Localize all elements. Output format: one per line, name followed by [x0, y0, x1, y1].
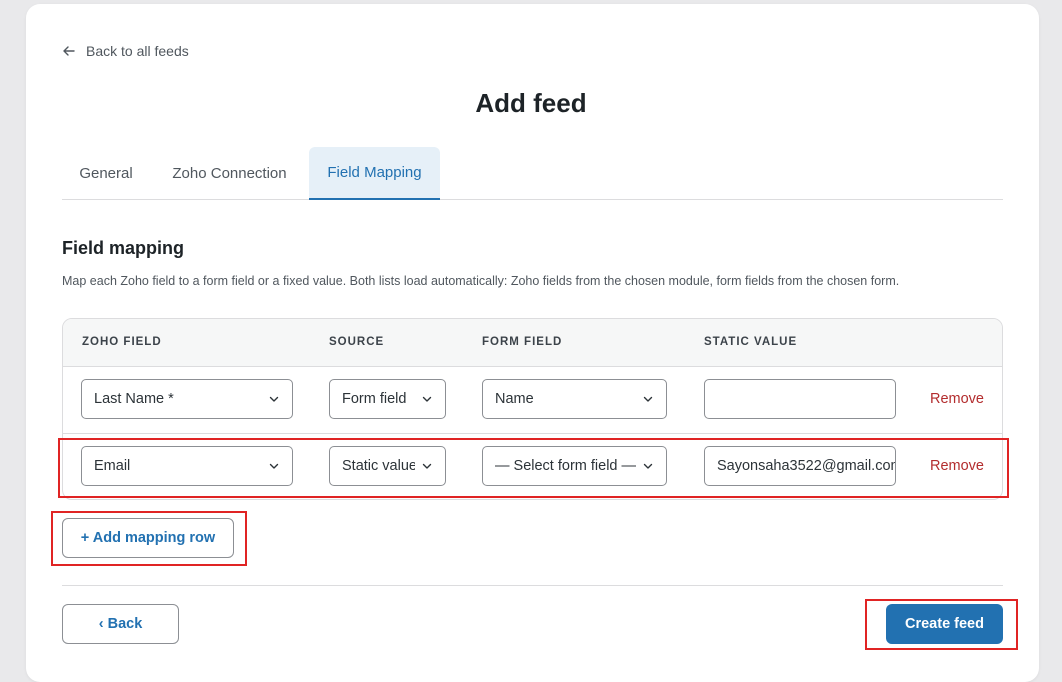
source-select[interactable]: Static value: [329, 446, 446, 486]
chevron-down-icon: [643, 396, 653, 402]
source-select[interactable]: Form field: [329, 379, 446, 419]
create-feed-button[interactable]: Create feed: [886, 604, 1003, 644]
remove-row-button[interactable]: Remove: [930, 391, 984, 407]
tab-bar: General Zoho Connection Field Mapping: [62, 147, 1003, 200]
table-row: Email Static value — Select form field —…: [63, 434, 1002, 499]
tab-field-mapping[interactable]: Field Mapping: [309, 147, 440, 200]
chevron-down-icon: [269, 463, 279, 469]
chevron-down-icon: [643, 463, 653, 469]
static-value-input[interactable]: [704, 379, 896, 419]
zoho-field-select[interactable]: Email: [81, 446, 293, 486]
back-to-feeds-link[interactable]: Back to all feeds: [62, 41, 189, 61]
chevron-down-icon: [422, 463, 432, 469]
tab-general[interactable]: General: [62, 147, 150, 199]
page-title: Add feed: [475, 88, 587, 118]
section-description: Map each Zoho field to a form field or a…: [62, 274, 900, 288]
header-source: SOURCE: [329, 336, 385, 348]
form-field-value: Name: [495, 391, 534, 407]
back-button[interactable]: ‹ Back: [62, 604, 179, 644]
form-field-value: — Select form field —: [495, 458, 636, 474]
zoho-field-value: Email: [94, 458, 131, 474]
divider: [62, 585, 1003, 586]
remove-row-button[interactable]: Remove: [930, 458, 984, 474]
source-value: Form field: [342, 391, 407, 407]
add-mapping-row-button[interactable]: + Add mapping row: [62, 518, 234, 558]
zoho-field-select[interactable]: Last Name *: [81, 379, 293, 419]
form-field-select[interactable]: Name: [482, 379, 667, 419]
tab-zoho-connection[interactable]: Zoho Connection: [150, 147, 309, 199]
mapping-table: ZOHO FIELD SOURCE FORM FIELD STATIC VALU…: [62, 318, 1003, 500]
zoho-field-value: Last Name *: [94, 391, 174, 407]
chevron-down-icon: [269, 396, 279, 402]
chevron-down-icon: [422, 396, 432, 402]
header-static-value: STATIC VALUE: [704, 336, 798, 348]
form-field-select[interactable]: — Select form field —: [482, 446, 667, 486]
section-title: Field mapping: [62, 238, 185, 258]
table-row: Last Name * Form field Name Remove: [63, 367, 1002, 434]
source-value: Static value: [342, 458, 415, 474]
header-form-field: FORM FIELD: [482, 336, 563, 348]
arrow-left-icon: [63, 46, 75, 56]
header-zoho-field: ZOHO FIELD: [82, 336, 162, 348]
table-header: ZOHO FIELD SOURCE FORM FIELD STATIC VALU…: [63, 319, 1002, 367]
back-to-feeds-label: Back to all feeds: [86, 43, 189, 59]
static-value-input[interactable]: Sayonsaha3522@gmail.com: [704, 446, 896, 486]
